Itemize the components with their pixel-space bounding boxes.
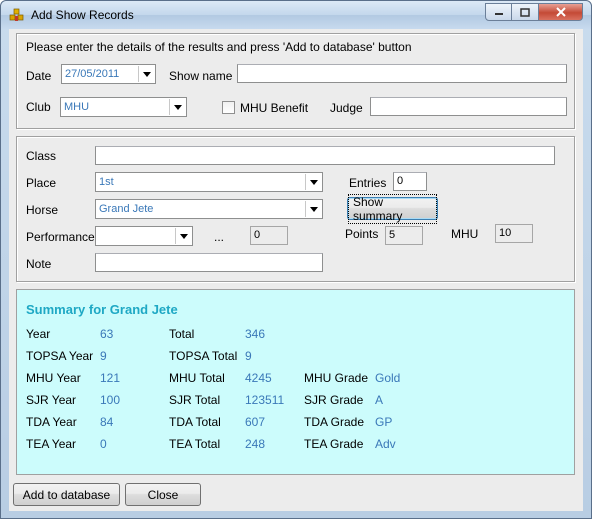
- minimize-icon: [494, 13, 503, 15]
- class-label: Class: [26, 149, 57, 163]
- show-summary-label: Show summary: [348, 193, 437, 224]
- summary-label: TEA Grade: [304, 437, 364, 451]
- summary-value: GP: [375, 415, 393, 429]
- summary-label: TEA Year: [26, 437, 77, 451]
- summary-value: A: [375, 393, 384, 407]
- app-icon: [9, 8, 24, 21]
- date-label: Date: [26, 69, 52, 83]
- chevron-down-icon[interactable]: [175, 228, 191, 244]
- points-label: Points: [345, 227, 379, 241]
- performance-points-field: 0: [250, 226, 288, 245]
- summary-title: Summary for Grand Jete: [26, 302, 178, 317]
- class-input[interactable]: [95, 146, 555, 165]
- summary-value: 121: [100, 371, 121, 385]
- chevron-down-icon[interactable]: [169, 99, 185, 115]
- summary-value: 9: [100, 349, 107, 363]
- chevron-down-icon[interactable]: [138, 66, 154, 82]
- club-label: Club: [26, 100, 51, 114]
- close-button[interactable]: Close: [125, 483, 201, 506]
- summary-value: 346: [245, 327, 266, 341]
- place-value: 1st: [99, 176, 114, 188]
- result-entry-group: Class Place 1st Entries 0 Horse Grand Je…: [16, 136, 575, 282]
- date-picker[interactable]: 27/05/2011: [61, 64, 156, 84]
- summary-label: TEA Total: [169, 437, 221, 451]
- performance-select[interactable]: [95, 226, 193, 246]
- summary-value: 63: [100, 327, 114, 341]
- summary-value: 248: [245, 437, 266, 451]
- judge-label: Judge: [330, 101, 363, 115]
- summary-label: SJR Grade: [304, 393, 364, 407]
- summary-value: 123511: [245, 393, 285, 407]
- horse-summary-panel: Summary for Grand Jete Year 63 Total 346…: [16, 289, 575, 475]
- add-show-records-window: Add Show Records Please enter the detail…: [0, 0, 592, 519]
- club-select[interactable]: MHU: [60, 97, 187, 117]
- horse-value: Grand Jete: [99, 203, 154, 215]
- note-input[interactable]: [95, 253, 323, 272]
- show-name-input[interactable]: [237, 64, 567, 83]
- show-summary-button[interactable]: Show summary: [347, 193, 438, 224]
- close-window-button[interactable]: [539, 3, 583, 21]
- summary-label: TOPSA Total: [169, 349, 238, 363]
- summary-label: TDA Year: [26, 415, 77, 429]
- summary-label: MHU Grade: [304, 371, 369, 385]
- summary-label: SJR Year: [26, 393, 77, 407]
- summary-value: 9: [245, 349, 252, 363]
- horse-select[interactable]: Grand Jete: [95, 199, 323, 219]
- entries-label: Entries: [349, 176, 387, 190]
- summary-label: MHU Total: [169, 371, 225, 385]
- mhu-points-field: 10: [495, 224, 533, 243]
- performance-label: Performance: [26, 230, 95, 244]
- chevron-down-icon[interactable]: [305, 201, 321, 217]
- summary-label: SJR Total: [169, 393, 221, 407]
- summary-label: TDA Grade: [304, 415, 365, 429]
- horse-label: Horse: [26, 203, 59, 217]
- summary-label: Total: [169, 327, 195, 341]
- mhu-benefit-label[interactable]: MHU Benefit: [240, 101, 308, 115]
- summary-value: 607: [245, 415, 266, 429]
- instruction-text: Please enter the details of the results …: [26, 40, 412, 54]
- judge-input[interactable]: [370, 97, 567, 116]
- place-select[interactable]: 1st: [95, 172, 323, 192]
- window-title: Add Show Records: [31, 8, 134, 22]
- summary-label: Year: [26, 327, 51, 341]
- summary-label: TOPSA Year: [26, 349, 94, 363]
- minimize-button[interactable]: [485, 3, 512, 21]
- club-value: MHU: [64, 101, 90, 113]
- summary-label: MHU Year: [26, 371, 81, 385]
- caption-buttons: [485, 3, 583, 21]
- show-details-group: Please enter the details of the results …: [16, 33, 575, 129]
- place-label: Place: [26, 176, 57, 190]
- points-field: 5: [385, 226, 423, 245]
- title-bar[interactable]: Add Show Records: [1, 1, 591, 29]
- summary-value: Adv: [375, 437, 396, 451]
- maximize-icon: [520, 7, 530, 17]
- add-to-database-button[interactable]: Add to database: [13, 483, 120, 506]
- client-area: Please enter the details of the results …: [9, 29, 583, 511]
- maximize-button[interactable]: [512, 3, 539, 21]
- summary-value: 4245: [245, 371, 272, 385]
- summary-value: 84: [100, 415, 114, 429]
- date-value: 27/05/2011: [65, 68, 120, 80]
- mhu-points-label: MHU: [451, 227, 479, 241]
- entries-input[interactable]: 0: [393, 172, 427, 191]
- mhu-benefit-checkbox[interactable]: [222, 101, 235, 114]
- ellipsis-label: ...: [214, 230, 225, 244]
- chevron-down-icon[interactable]: [305, 174, 321, 190]
- note-label: Note: [26, 257, 52, 271]
- summary-value: 100: [100, 393, 121, 407]
- show-name-label: Show name: [169, 69, 233, 83]
- close-icon: [555, 7, 566, 17]
- summary-label: TDA Total: [169, 415, 221, 429]
- summary-value: Gold: [375, 371, 401, 385]
- summary-value: 0: [100, 437, 107, 451]
